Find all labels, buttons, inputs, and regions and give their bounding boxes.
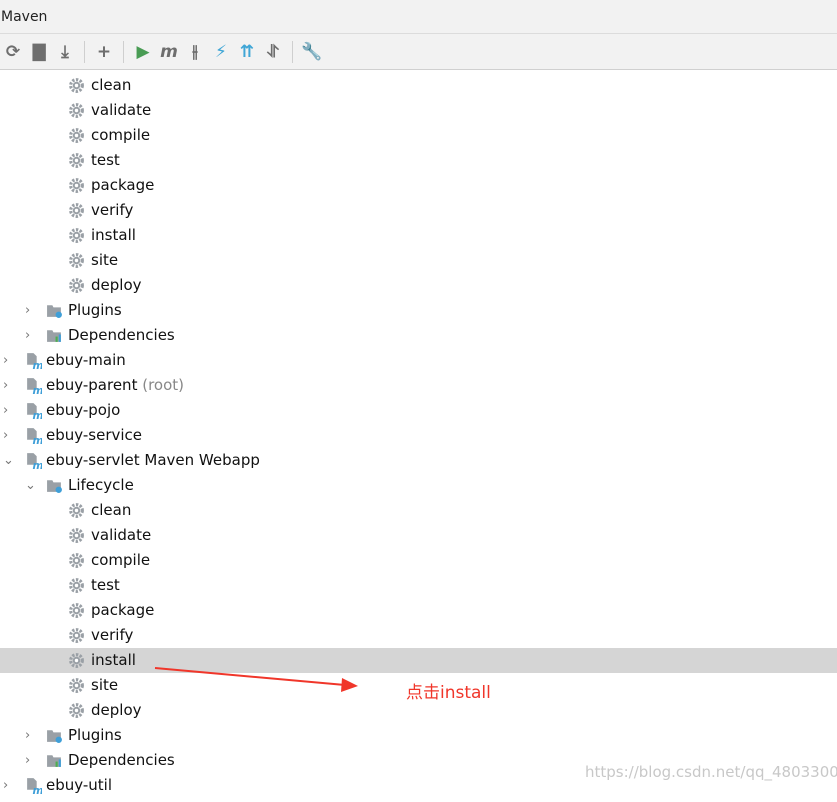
watermark: https://blog.csdn.net/qq_48033003: [585, 763, 837, 781]
annotation-arrow: [154, 667, 358, 692]
annotation-text: 点击install: [406, 683, 491, 703]
